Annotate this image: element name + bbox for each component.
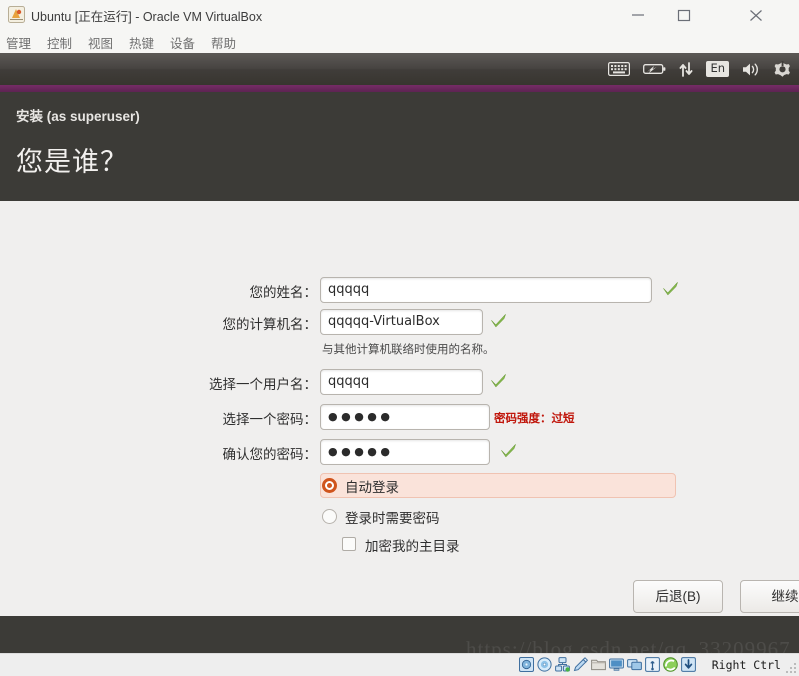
option-row-auto-login[interactable]: 自动登录 — [0, 473, 799, 498]
shared-folder-icon[interactable] — [591, 657, 606, 672]
virtualbox-vm-icon — [8, 6, 25, 23]
full-name-input[interactable]: qqqqq — [320, 277, 652, 303]
option-row-require-password[interactable]: 登录时需要密码 — [0, 505, 799, 529]
network-icon[interactable] — [555, 657, 570, 672]
form-row-computer-name: 您的计算机名： qqqqq-VirtualBox — [0, 309, 799, 337]
maximize-icon — [677, 9, 691, 22]
installer-header: 安装 (as superuser) 您是谁？ — [0, 92, 799, 201]
installer-window-title: 安装 (as superuser) — [16, 109, 140, 124]
username-valid-check-icon — [490, 372, 507, 389]
network-indicator-icon[interactable] — [679, 61, 693, 77]
input-method-indicator[interactable]: En — [706, 61, 729, 77]
password-input[interactable]: ●●●●● — [320, 404, 490, 430]
virtualbox-window: Ubuntu [正在运行] - Oracle VM VirtualBox 管理 … — [0, 0, 799, 676]
form-row-confirm-password: 确认您的密码： ●●●●● — [0, 439, 799, 467]
back-button[interactable]: 后退(B) — [633, 580, 723, 613]
computer-name-valid-check-icon — [490, 312, 507, 329]
require-password-label: 登录时需要密码 — [345, 511, 440, 526]
menu-item-manage[interactable]: 管理 — [6, 33, 31, 52]
battery-indicator-icon[interactable] — [643, 62, 666, 76]
remote-desktop-icon[interactable] — [627, 657, 642, 672]
vbox-statusbar: Right Ctrl — [0, 653, 799, 676]
close-button[interactable] — [733, 0, 779, 29]
menu-item-view[interactable]: 视图 — [88, 33, 113, 52]
auto-login-label: 自动登录 — [345, 480, 399, 495]
username-input[interactable]: qqqqq — [320, 369, 483, 395]
password-label: 选择一个密码： — [222, 412, 318, 427]
resize-grip[interactable] — [786, 663, 796, 673]
host-key-label: Right Ctrl — [711, 658, 781, 672]
guest-screen: En 安装 (as superuser) 您是谁？ 您的姓名： qqqqq 您的… — [0, 53, 799, 653]
page-title: 您是谁？ — [16, 147, 128, 177]
vbox-titlebar: Ubuntu [正在运行] - Oracle VM VirtualBox — [0, 0, 799, 30]
encrypt-home-label: 加密我的主目录 — [365, 539, 460, 554]
system-settings-indicator-icon[interactable] — [774, 60, 791, 78]
form-row-full-name: 您的姓名： qqqqq — [0, 277, 799, 305]
confirm-password-label: 确认您的密码： — [222, 447, 318, 462]
encrypt-home-checkbox[interactable] — [342, 537, 356, 551]
ubuntu-purple-strip — [0, 85, 799, 92]
close-icon — [750, 10, 762, 21]
full-name-valid-check-icon — [662, 280, 679, 297]
menu-item-help[interactable]: 帮助 — [211, 33, 236, 52]
maximize-button[interactable] — [661, 0, 707, 29]
full-name-label: 您的姓名： — [249, 285, 318, 300]
confirm-password-input[interactable]: ●●●●● — [320, 439, 490, 465]
installer-body: 您的姓名： qqqqq 您的计算机名： qqqqq-VirtualBox 与其他… — [0, 201, 799, 616]
vbox-device-indicators — [519, 657, 696, 672]
minimize-button[interactable] — [615, 0, 661, 29]
computer-name-label: 您的计算机名： — [222, 317, 318, 332]
optical-drive-icon[interactable] — [537, 657, 552, 672]
password-strength-text: 密码强度：过短 — [494, 413, 575, 425]
panel-indicator-area: En — [608, 53, 791, 85]
option-row-encrypt-home[interactable]: 加密我的主目录 — [0, 533, 799, 557]
confirm-password-valid-check-icon — [500, 442, 517, 459]
auto-login-radio[interactable] — [322, 478, 337, 493]
username-label: 选择一个用户名： — [209, 377, 317, 392]
host-key-capture-icon[interactable] — [681, 657, 696, 672]
require-password-radio[interactable] — [322, 509, 337, 524]
minimize-icon — [632, 14, 644, 16]
form-row-password: 选择一个密码： ●●●●● 密码强度：过短 — [0, 404, 799, 432]
computer-name-input[interactable]: qqqqq-VirtualBox — [320, 309, 483, 335]
vbox-window-title: Ubuntu [正在运行] - Oracle VM VirtualBox — [31, 10, 263, 24]
vbox-menubar: 管理 控制 视图 热键 设备 帮助 — [0, 29, 799, 53]
form-row-username: 选择一个用户名： qqqqq — [0, 369, 799, 397]
volume-indicator-icon[interactable] — [742, 62, 761, 77]
continue-button[interactable]: 继续 — [740, 580, 799, 613]
usb-pen-icon[interactable] — [573, 657, 588, 672]
mouse-integration-icon[interactable] — [663, 657, 678, 672]
keyboard-indicator-icon[interactable] — [608, 62, 631, 76]
hard-disk-icon[interactable] — [519, 657, 534, 672]
menu-item-control[interactable]: 控制 — [47, 33, 72, 52]
display-icon[interactable] — [609, 657, 624, 672]
usb-device-icon[interactable] — [645, 657, 660, 672]
computer-name-hint: 与其他计算机联络时使用的名称。 — [322, 344, 495, 356]
unity-top-panel: En — [0, 53, 799, 85]
menu-item-devices[interactable]: 设备 — [170, 33, 195, 52]
menu-item-hotkey[interactable]: 热键 — [129, 33, 154, 52]
